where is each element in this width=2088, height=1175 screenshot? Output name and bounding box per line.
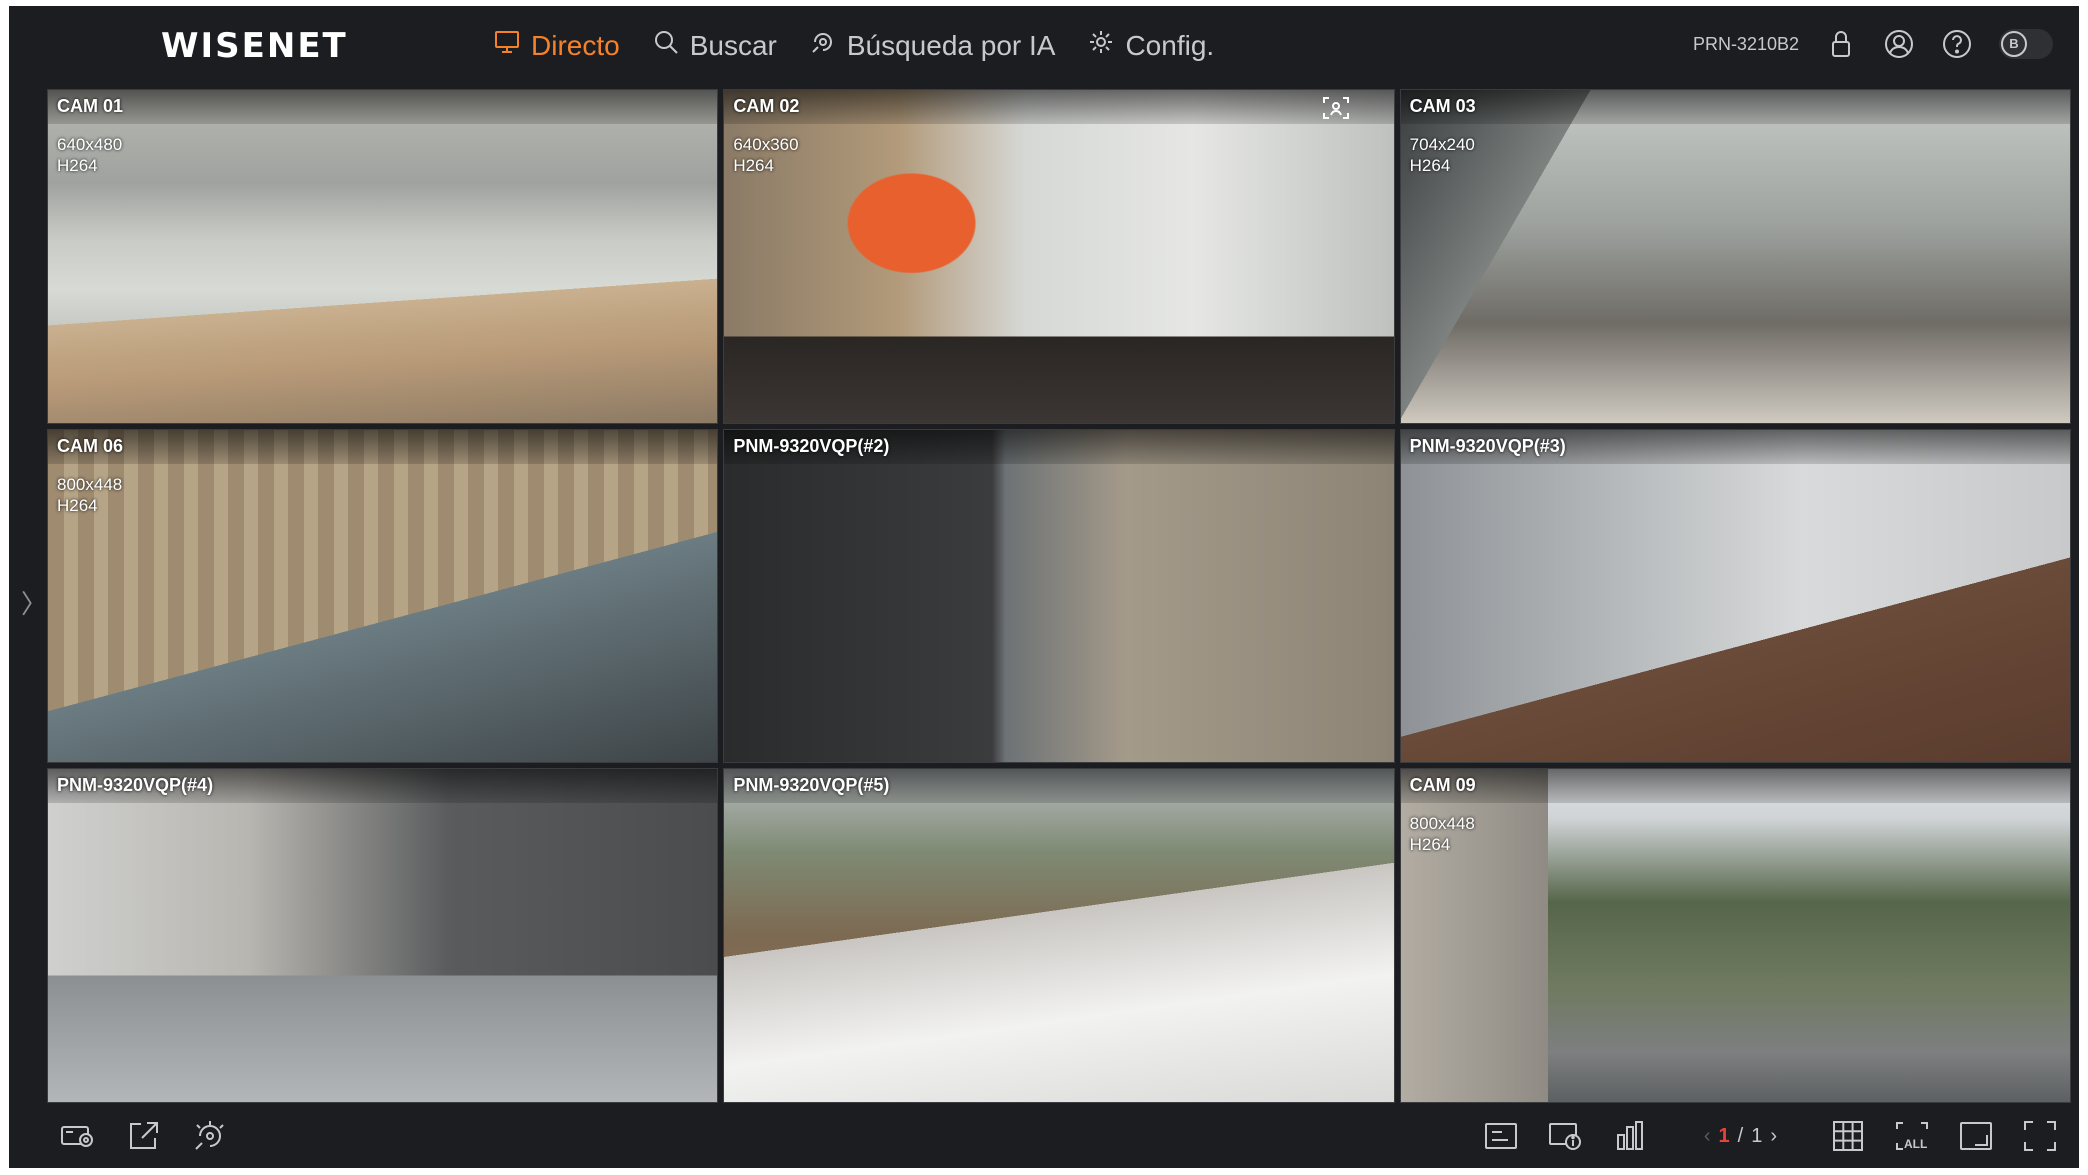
left-tools (59, 1119, 229, 1153)
camera-tile[interactable]: CAM 06 800x448 H264 (47, 428, 719, 764)
device-model: PRN-3210B2 (1692, 33, 1799, 54)
tab-ai-search-label: Búsqueda por IA (846, 29, 1056, 61)
camera-codec: H264 (57, 156, 98, 175)
export-icon[interactable] (125, 1119, 163, 1153)
tab-search-label: Buscar (689, 29, 777, 61)
lock-icon[interactable] (1825, 28, 1857, 60)
camera-tile[interactable]: PNM-9320VQP(#3) (1399, 428, 2071, 764)
all-channels-icon[interactable]: ALL (1893, 1119, 1931, 1153)
fit-screen-icon[interactable] (1957, 1119, 1995, 1153)
ai-search-icon (809, 28, 837, 63)
camera-title: PNM-9320VQP(#4) (57, 775, 214, 796)
toggle-badge: B (2001, 31, 2027, 57)
tab-live[interactable]: Directo (493, 28, 620, 63)
help-icon[interactable] (1941, 28, 1973, 60)
svg-text:ALL: ALL (1904, 1137, 1927, 1151)
camera-feed (1400, 90, 2070, 423)
search-icon (652, 28, 680, 63)
camera-tile[interactable]: PNM-9320VQP(#4) (47, 768, 719, 1103)
statistics-icon[interactable] (1610, 1119, 1648, 1153)
live-view-grid: CAM 01 640x480 H264 CAM 02 640x360 H264 … (47, 89, 2071, 1103)
gear-icon (1087, 28, 1115, 63)
camera-info-icon[interactable] (1546, 1119, 1584, 1153)
camera-title: CAM 06 (57, 435, 124, 456)
camera-codec: H264 (57, 495, 98, 515)
page-separator: / (1737, 1124, 1744, 1147)
ai-event-icon[interactable] (191, 1119, 229, 1153)
camera-feed (724, 90, 1394, 423)
theme-toggle[interactable]: B (1999, 29, 2053, 59)
camera-tile[interactable]: CAM 09 800x448 H264 (1399, 768, 2071, 1103)
camera-resolution: 800x448 (1409, 814, 1475, 834)
grid-layout-icon[interactable] (1829, 1119, 1867, 1153)
camera-tile[interactable]: PNM-9320VQP(#2) (723, 428, 1395, 764)
camera-settings-icon[interactable] (59, 1119, 97, 1153)
ai-detection-icon[interactable] (1322, 96, 1350, 120)
camera-resolution: 640x480 (57, 135, 123, 154)
camera-title: CAM 09 (1409, 775, 1476, 796)
camera-tile[interactable]: CAM 01 640x480 H264 (47, 89, 719, 424)
camera-title: PNM-9320VQP(#3) (1409, 435, 1566, 456)
next-page-icon[interactable]: › (1770, 1125, 1777, 1148)
camera-tile[interactable]: CAM 03 704x240 H264 (1399, 89, 2071, 424)
camera-feed (1400, 769, 2070, 1102)
nvr-web-viewer: WISENET Directo Buscar Búsqueda por IA C… (9, 6, 2079, 1168)
total-pages: 1 (1751, 1124, 1763, 1147)
camera-feed (48, 90, 718, 423)
bottom-toolbar: ‹ 1 / 1 › ALL (9, 1103, 2079, 1168)
current-page: 1 (1718, 1124, 1730, 1147)
camera-tile[interactable]: CAM 02 640x360 H264 (723, 89, 1395, 424)
tile-header (724, 90, 1394, 124)
tab-settings[interactable]: Config. (1087, 28, 1214, 63)
user-icon[interactable] (1883, 28, 1915, 60)
tile-header (48, 429, 718, 464)
camera-feed (724, 769, 1394, 1102)
camera-tile[interactable]: PNM-9320VQP(#5) (723, 768, 1395, 1103)
camera-title: CAM 03 (1409, 96, 1476, 116)
camera-feed (48, 769, 718, 1102)
camera-feed (724, 429, 1394, 763)
camera-title: CAM 02 (733, 96, 800, 116)
tab-live-label: Directo (531, 29, 620, 61)
camera-feed (48, 429, 718, 763)
camera-title: PNM-9320VQP(#2) (733, 435, 890, 456)
previous-page-icon[interactable]: ‹ (1704, 1125, 1711, 1148)
camera-resolution: 800x448 (57, 474, 123, 494)
tab-ai-search[interactable]: Búsqueda por IA (809, 28, 1056, 63)
camera-title: PNM-9320VQP(#5) (733, 775, 890, 796)
camera-resolution: 640x360 (733, 135, 799, 154)
main-nav: Directo Buscar Búsqueda por IA Config. (493, 28, 1214, 63)
page-navigator: ‹ 1 / 1 › (1704, 1125, 1777, 1148)
monitor-icon (493, 28, 521, 63)
camera-title: CAM 01 (57, 96, 124, 116)
tile-header (1400, 90, 2070, 124)
tab-settings-label: Config. (1125, 29, 1215, 61)
camera-codec: H264 (1409, 156, 1451, 175)
osd-icon[interactable] (1482, 1119, 1520, 1153)
camera-resolution: 704x240 (1409, 135, 1475, 154)
right-tools: ‹ 1 / 1 › ALL (1482, 1119, 2059, 1153)
tab-search[interactable]: Buscar (652, 28, 777, 63)
tile-header (1400, 769, 2070, 804)
camera-codec: H264 (733, 156, 774, 175)
camera-codec: H264 (1409, 835, 1451, 855)
camera-feed (1400, 429, 2070, 763)
top-bar: WISENET Directo Buscar Búsqueda por IA C… (9, 6, 2079, 88)
fullscreen-icon[interactable] (2021, 1119, 2059, 1153)
tile-header (48, 90, 718, 124)
header-tools: PRN-3210B2 B (1693, 28, 2053, 60)
brand-logo: WISENET (161, 26, 348, 66)
side-panel-expand-icon[interactable]: 〉 (21, 584, 47, 621)
